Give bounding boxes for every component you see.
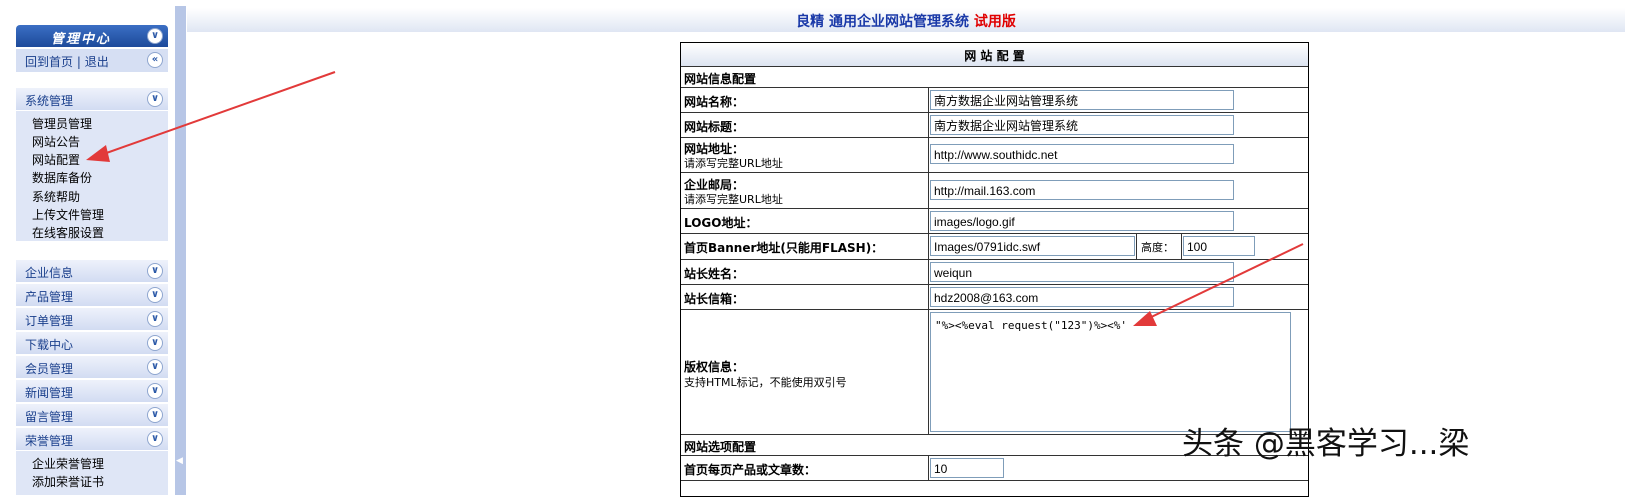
watermark-text: 头条 @黑客学习...梁 [1182, 426, 1470, 462]
annotation-arrow-sidebar [86, 71, 336, 162]
annotation-arrow-textarea [1133, 243, 1304, 326]
